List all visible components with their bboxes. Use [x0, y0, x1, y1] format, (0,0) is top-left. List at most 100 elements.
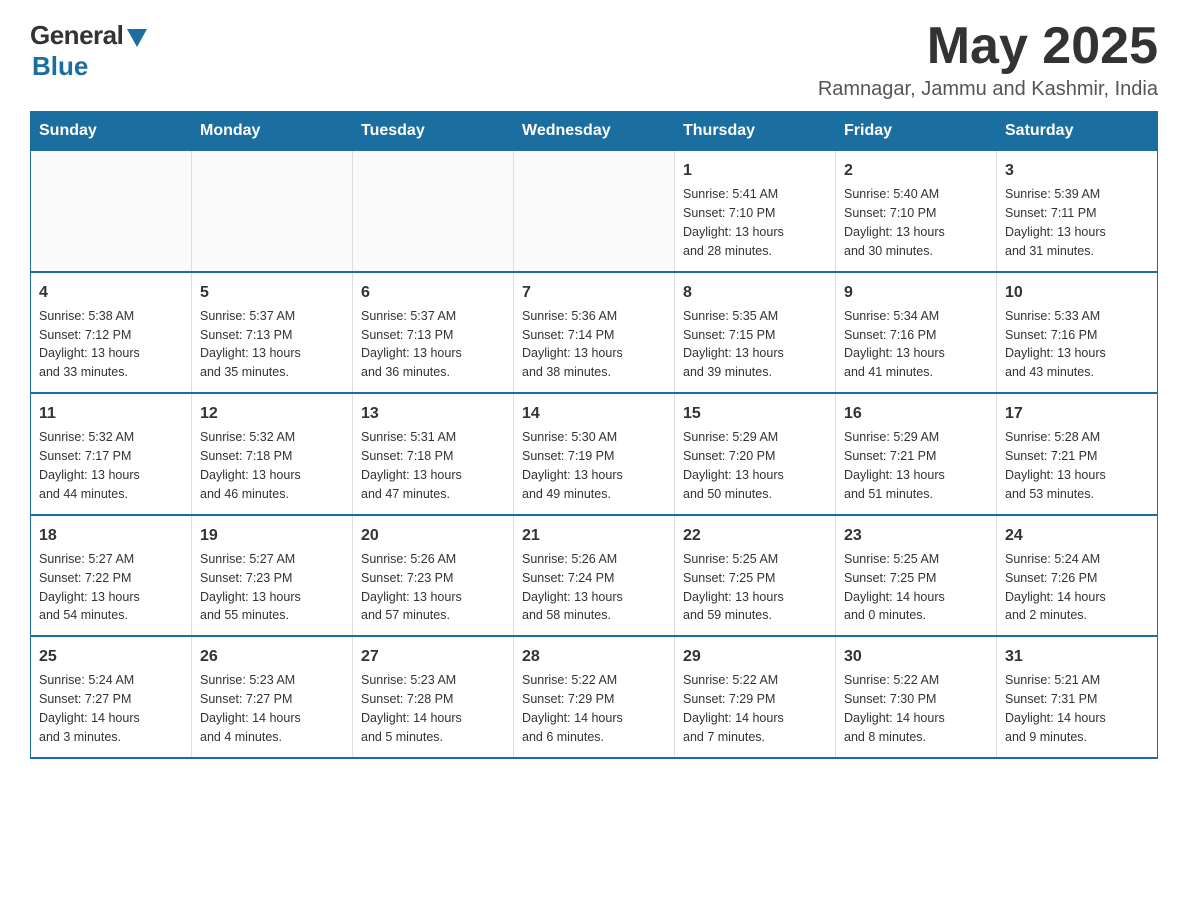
location-subtitle: Ramnagar, Jammu and Kashmir, India: [818, 78, 1158, 101]
day-number: 12: [200, 402, 344, 425]
calendar-week-row: 4Sunrise: 5:38 AM Sunset: 7:12 PM Daylig…: [31, 272, 1158, 394]
page-header: General Blue May 2025 Ramnagar, Jammu an…: [30, 20, 1158, 101]
day-number: 7: [522, 281, 666, 304]
calendar-cell: 10 Sunrise: 5:33 AM Sunset: 7:16 PM Dayli…: [997, 272, 1158, 394]
day-number: 23: [844, 524, 988, 547]
day-number: 24: [1005, 524, 1149, 547]
day-info: Sunrise: 5:27 AM Sunset: 7:22 PM Dayligh…: [39, 552, 140, 623]
weekday-header-friday: Friday: [836, 112, 997, 151]
day-info: Sunrise: 5:36 AM Sunset: 7:14 PM Dayligh…: [522, 309, 623, 380]
day-info: Sunrise: 5:23 AM Sunset: 7:27 PM Dayligh…: [200, 673, 301, 744]
day-number: 13: [361, 402, 505, 425]
day-info: Sunrise: 5:32 AM Sunset: 7:18 PM Dayligh…: [200, 430, 301, 501]
calendar-cell: 31Sunrise: 5:21 AM Sunset: 7:31 PM Dayli…: [997, 636, 1158, 758]
calendar-cell: 21 Sunrise: 5:26 AM Sunset: 7:24 PM Dayli…: [514, 515, 675, 637]
logo: General Blue: [30, 20, 147, 82]
day-number: 15: [683, 402, 827, 425]
day-info: Sunrise: 5:21 AM Sunset: 7:31 PM Dayligh…: [1005, 673, 1106, 744]
day-info: Sunrise: 5:22 AM Sunset: 7:29 PM Dayligh…: [522, 673, 623, 744]
calendar-header-row: SundayMondayTuesdayWednesdayThursdayFrid…: [31, 112, 1158, 151]
day-number: 14: [522, 402, 666, 425]
day-info: Sunrise: 5:26 AM Sunset: 7:24 PM Dayligh…: [522, 552, 623, 623]
calendar-cell: 28 Sunrise: 5:22 AM Sunset: 7:29 PM Dayli…: [514, 636, 675, 758]
calendar-cell: 9 Sunrise: 5:34 AM Sunset: 7:16 PM Daylig…: [836, 272, 997, 394]
calendar-cell: 23 Sunrise: 5:25 AM Sunset: 7:25 PM Dayli…: [836, 515, 997, 637]
day-number: 25: [39, 645, 183, 668]
day-info: Sunrise: 5:22 AM Sunset: 7:30 PM Dayligh…: [844, 673, 945, 744]
day-info: Sunrise: 5:25 AM Sunset: 7:25 PM Dayligh…: [844, 552, 945, 623]
day-info: Sunrise: 5:24 AM Sunset: 7:27 PM Dayligh…: [39, 673, 140, 744]
day-number: 8: [683, 281, 827, 304]
weekday-header-saturday: Saturday: [997, 112, 1158, 151]
day-number: 28: [522, 645, 666, 668]
calendar-cell: [514, 151, 675, 272]
day-number: 16: [844, 402, 988, 425]
calendar-cell: 22 Sunrise: 5:25 AM Sunset: 7:25 PM Dayli…: [675, 515, 836, 637]
calendar-cell: 17 Sunrise: 5:28 AM Sunset: 7:21 PM Dayli…: [997, 393, 1158, 515]
calendar-cell: 13 Sunrise: 5:31 AM Sunset: 7:18 PM Dayli…: [353, 393, 514, 515]
day-info: Sunrise: 5:33 AM Sunset: 7:16 PM Dayligh…: [1005, 309, 1106, 380]
day-number: 22: [683, 524, 827, 547]
weekday-header-sunday: Sunday: [31, 112, 192, 151]
day-info: Sunrise: 5:27 AM Sunset: 7:23 PM Dayligh…: [200, 552, 301, 623]
day-number: 10: [1005, 281, 1149, 304]
day-number: 20: [361, 524, 505, 547]
calendar-cell: [353, 151, 514, 272]
day-info: Sunrise: 5:32 AM Sunset: 7:17 PM Dayligh…: [39, 430, 140, 501]
day-info: Sunrise: 5:37 AM Sunset: 7:13 PM Dayligh…: [200, 309, 301, 380]
calendar-cell: 11 Sunrise: 5:32 AM Sunset: 7:17 PM Dayli…: [31, 393, 192, 515]
day-number: 29: [683, 645, 827, 668]
weekday-header-tuesday: Tuesday: [353, 112, 514, 151]
calendar-cell: [192, 151, 353, 272]
day-number: 2: [844, 159, 988, 182]
day-number: 6: [361, 281, 505, 304]
weekday-header-wednesday: Wednesday: [514, 112, 675, 151]
day-info: Sunrise: 5:22 AM Sunset: 7:29 PM Dayligh…: [683, 673, 784, 744]
day-info: Sunrise: 5:24 AM Sunset: 7:26 PM Dayligh…: [1005, 552, 1106, 623]
day-info: Sunrise: 5:29 AM Sunset: 7:21 PM Dayligh…: [844, 430, 945, 501]
calendar-cell: 27Sunrise: 5:23 AM Sunset: 7:28 PM Dayli…: [353, 636, 514, 758]
calendar-cell: 2 Sunrise: 5:40 AM Sunset: 7:10 PM Daylig…: [836, 151, 997, 272]
day-info: Sunrise: 5:29 AM Sunset: 7:20 PM Dayligh…: [683, 430, 784, 501]
calendar-cell: 19 Sunrise: 5:27 AM Sunset: 7:23 PM Dayli…: [192, 515, 353, 637]
weekday-header-monday: Monday: [192, 112, 353, 151]
day-number: 9: [844, 281, 988, 304]
calendar-cell: 24 Sunrise: 5:24 AM Sunset: 7:26 PM Dayli…: [997, 515, 1158, 637]
day-number: 17: [1005, 402, 1149, 425]
day-info: Sunrise: 5:31 AM Sunset: 7:18 PM Dayligh…: [361, 430, 462, 501]
title-section: May 2025 Ramnagar, Jammu and Kashmir, In…: [818, 20, 1158, 101]
day-number: 18: [39, 524, 183, 547]
calendar-week-row: 25 Sunrise: 5:24 AM Sunset: 7:27 PM Dayli…: [31, 636, 1158, 758]
day-info: Sunrise: 5:39 AM Sunset: 7:11 PM Dayligh…: [1005, 187, 1106, 258]
day-number: 11: [39, 402, 183, 425]
logo-general-text: General: [30, 20, 123, 51]
calendar-cell: 6 Sunrise: 5:37 AM Sunset: 7:13 PM Daylig…: [353, 272, 514, 394]
logo-blue-text: Blue: [32, 51, 88, 82]
calendar-cell: 18 Sunrise: 5:27 AM Sunset: 7:22 PM Dayli…: [31, 515, 192, 637]
calendar-cell: 30 Sunrise: 5:22 AM Sunset: 7:30 PM Dayli…: [836, 636, 997, 758]
day-number: 5: [200, 281, 344, 304]
calendar-cell: 16 Sunrise: 5:29 AM Sunset: 7:21 PM Dayli…: [836, 393, 997, 515]
day-number: 26: [200, 645, 344, 668]
calendar-cell: 12 Sunrise: 5:32 AM Sunset: 7:18 PM Dayli…: [192, 393, 353, 515]
day-number: 21: [522, 524, 666, 547]
calendar-cell: 20Sunrise: 5:26 AM Sunset: 7:23 PM Dayli…: [353, 515, 514, 637]
day-info: Sunrise: 5:25 AM Sunset: 7:25 PM Dayligh…: [683, 552, 784, 623]
calendar-cell: 15 Sunrise: 5:29 AM Sunset: 7:20 PM Dayli…: [675, 393, 836, 515]
calendar-cell: 14 Sunrise: 5:30 AM Sunset: 7:19 PM Dayli…: [514, 393, 675, 515]
calendar-week-row: 1Sunrise: 5:41 AM Sunset: 7:10 PM Daylig…: [31, 151, 1158, 272]
day-number: 30: [844, 645, 988, 668]
calendar-cell: 4Sunrise: 5:38 AM Sunset: 7:12 PM Daylig…: [31, 272, 192, 394]
day-info: Sunrise: 5:38 AM Sunset: 7:12 PM Dayligh…: [39, 309, 140, 380]
day-number: 19: [200, 524, 344, 547]
day-info: Sunrise: 5:40 AM Sunset: 7:10 PM Dayligh…: [844, 187, 945, 258]
day-info: Sunrise: 5:30 AM Sunset: 7:19 PM Dayligh…: [522, 430, 623, 501]
day-info: Sunrise: 5:35 AM Sunset: 7:15 PM Dayligh…: [683, 309, 784, 380]
day-info: Sunrise: 5:28 AM Sunset: 7:21 PM Dayligh…: [1005, 430, 1106, 501]
day-info: Sunrise: 5:23 AM Sunset: 7:28 PM Dayligh…: [361, 673, 462, 744]
day-info: Sunrise: 5:41 AM Sunset: 7:10 PM Dayligh…: [683, 187, 784, 258]
day-info: Sunrise: 5:34 AM Sunset: 7:16 PM Dayligh…: [844, 309, 945, 380]
month-year-title: May 2025: [818, 20, 1158, 72]
day-number: 3: [1005, 159, 1149, 182]
day-info: Sunrise: 5:37 AM Sunset: 7:13 PM Dayligh…: [361, 309, 462, 380]
